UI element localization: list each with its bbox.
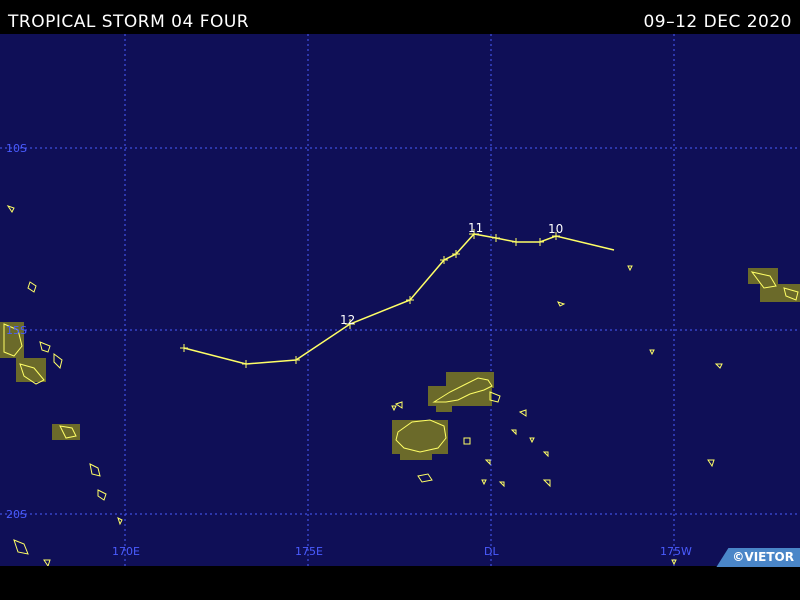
- fiji-viti-levu: [392, 419, 448, 460]
- lon-label-dl: DL: [484, 545, 499, 558]
- track-fix-markers: [180, 229, 560, 368]
- day-label-10: 10: [548, 222, 563, 236]
- lat-lon-grid: [0, 34, 800, 566]
- credit-badge: ©VIETOR: [716, 548, 800, 567]
- lon-label-175e: 175E: [295, 545, 323, 558]
- map-area: 10 11 12 10S 15S 20S 170E 175E DL 175W: [0, 34, 800, 566]
- day-label-11: 11: [468, 221, 483, 235]
- map-svg: 10 11 12: [0, 34, 800, 566]
- footer-bar: [0, 566, 800, 600]
- lat-label-20s: 20S: [6, 508, 27, 521]
- fiji-vanua-levu: [428, 372, 494, 412]
- day-label-12: 12: [340, 313, 355, 327]
- lon-label-175w: 175W: [660, 545, 692, 558]
- lat-label-10s: 10S: [6, 142, 27, 155]
- lat-label-15s: 15S: [6, 324, 27, 337]
- land-masses: [0, 205, 800, 566]
- storm-title: TROPICAL STORM 04 FOUR: [8, 12, 250, 32]
- vanuatu: [0, 205, 107, 555]
- track-line: [183, 233, 615, 365]
- samoa: [748, 268, 800, 302]
- header-bar: TROPICAL STORM 04 FOUR 09–12 DEC 2020: [0, 0, 800, 34]
- lon-label-170e: 170E: [112, 545, 140, 558]
- storm-track: 10 11 12: [180, 221, 615, 368]
- date-range: 09–12 DEC 2020: [643, 12, 792, 32]
